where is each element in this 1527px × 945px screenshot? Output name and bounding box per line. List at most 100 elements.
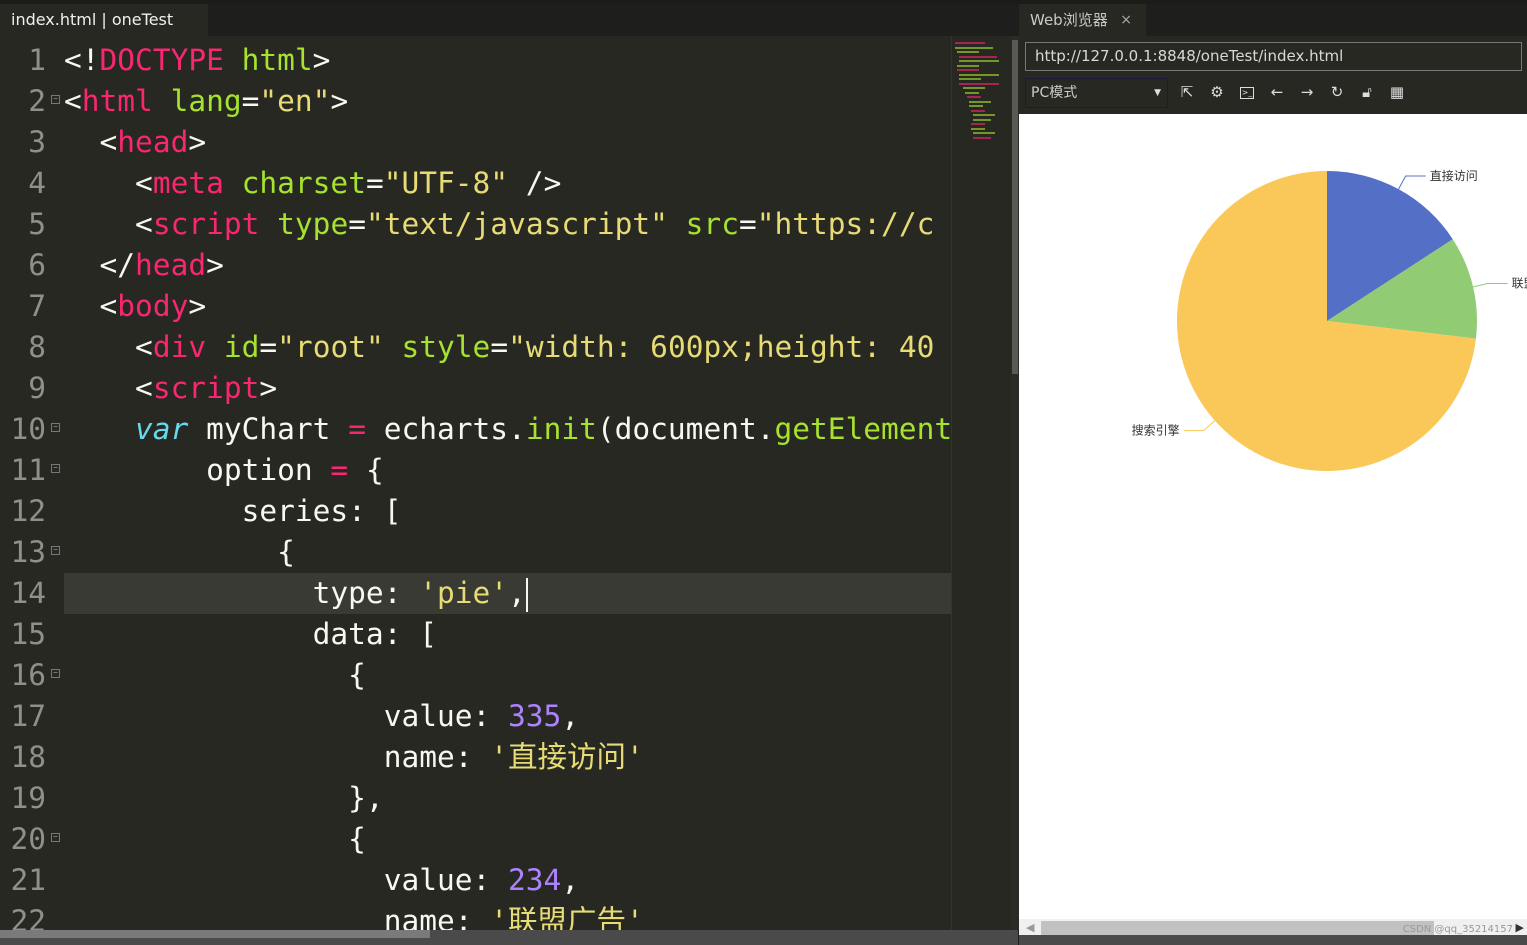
scroll-left-icon[interactable]: ◀ [1026,921,1034,934]
fold-toggle-icon[interactable]: − [51,669,60,678]
code-token: < [64,84,82,118]
console-icon[interactable]: >_ [1237,81,1257,103]
code-token: "en" [259,84,331,118]
lock-icon[interactable]: 🔓︎ [1357,81,1377,103]
minimap-line [969,105,983,107]
code-line[interactable]: 8 <div id="root" style="width: 600px;hei… [0,327,951,368]
code-token: }, [64,781,384,815]
code-line[interactable]: 7 <body> [0,286,951,327]
browser-tab[interactable]: Web浏览器 × [1019,4,1146,36]
code-line[interactable]: 13− { [0,532,951,573]
code-token: 'pie' [419,576,509,610]
fold-toggle-icon[interactable]: − [51,833,60,842]
code-token: series: [ [64,494,402,528]
editor-horizontal-scrollbar[interactable] [0,930,1018,945]
back-icon[interactable]: ← [1267,81,1287,103]
line-number: 9 [28,371,46,405]
code-line[interactable]: 10− var myChart = echarts.init(document.… [0,409,951,450]
fold-toggle-icon[interactable]: − [51,423,60,432]
scrollbar-thumb[interactable] [1012,40,1018,374]
code-line[interactable]: 16− { [0,655,951,696]
code-line[interactable]: 15 data: [ [0,614,951,655]
code-line[interactable]: 21 value: 234, [0,860,951,901]
line-number: 19 [10,781,46,815]
editor-vertical-scrollbar[interactable] [1011,36,1019,930]
code-line[interactable]: 14 type: 'pie', [0,573,951,614]
url-input[interactable]: http://127.0.0.1:8848/oneTest/index.html [1025,42,1522,71]
code-line[interactable]: 12 series: [ [0,491,951,532]
code-token: < [64,125,118,159]
scrollbar-thumb[interactable] [0,930,430,938]
minimap[interactable] [951,36,1011,930]
popout-icon[interactable]: ⇱ [1177,81,1197,103]
minimap-line [965,91,979,94]
code-line[interactable]: 18 name: '直接访问' [0,737,951,778]
code-token: = [330,453,349,487]
forward-icon[interactable]: → [1297,81,1317,103]
code-editor[interactable]: 1 <!DOCTYPE html> 2− <html lang="en"> 3 <hea… [0,36,951,930]
scroll-right-icon[interactable]: ▶ [1516,921,1524,934]
minimap-line [955,46,993,49]
code-text: value: 234, [64,860,951,901]
line-number: 5 [28,207,46,241]
code-text: <meta charset="UTF-8" /> [64,163,951,204]
close-icon[interactable]: × [1120,4,1132,36]
code-token: < [64,330,153,364]
code-token: (document. [596,412,775,446]
minimap-line [973,118,991,121]
code-line[interactable]: 1 <!DOCTYPE html> [0,40,951,81]
code-token: myChart [188,412,349,446]
code-token: "width: 600px;height: 40 [508,330,935,364]
fold-toggle-icon[interactable]: − [51,546,60,555]
line-number: 4 [28,166,46,200]
code-line[interactable]: 9 <script> [0,368,951,409]
code-text: { [64,655,951,696]
code-token: div [152,330,207,364]
code-line[interactable]: 19 }, [0,778,951,819]
code-token: meta [152,166,224,200]
code-text: option = { [64,450,951,491]
code-token: < [64,289,118,323]
settings-icon[interactable]: ⚙ [1207,81,1227,103]
code-token: getElement [774,412,951,446]
code-line[interactable]: 11− option = { [0,450,951,491]
code-text: data: [ [64,614,951,655]
line-number: 3 [28,125,46,159]
code-text: name: '直接访问' [64,737,951,778]
qrcode-icon[interactable]: ▦ [1387,81,1407,103]
code-text: var myChart = echarts.init(document.getE… [64,409,951,450]
page-viewport: 直接访问联盟广告搜索引擎 [1019,114,1527,919]
fold-toggle-icon[interactable]: − [51,464,60,473]
code-token: "text/javascript" [365,207,668,241]
code-token: src [685,207,739,241]
code-line[interactable]: 17 value: 335, [0,696,951,737]
code-token: = [738,207,757,241]
code-line[interactable]: 2− <html lang="en"> [0,81,951,122]
line-number: 8 [28,330,46,364]
code-token: 234 [508,863,562,897]
code-line[interactable]: 3 <head> [0,122,951,163]
code-line[interactable]: 6 </head> [0,245,951,286]
code-token: charset [241,166,366,200]
minimap-line [957,64,979,67]
mode-select[interactable]: PC模式 ▼ [1025,78,1168,108]
code-text: <div id="root" style="width: 600px;heigh… [64,327,951,368]
code-line[interactable]: 22 name: '联盟广告' [0,901,951,930]
code-line[interactable]: 4 <meta charset="UTF-8" /> [0,163,951,204]
code-token: "root" [277,330,384,364]
code-token: > [188,289,207,323]
code-line[interactable]: 5 <script type="text/javascript" src="ht… [0,204,951,245]
code-token: , [561,863,580,897]
reload-icon[interactable]: ↻ [1327,81,1347,103]
fold-toggle-icon[interactable]: − [51,95,60,104]
code-token: '直接访问' [490,740,644,774]
editor-tab-index-html[interactable]: index.html | oneTest [0,4,208,36]
code-line[interactable]: 20− { [0,819,951,860]
code-token: '联盟广告' [490,904,644,930]
code-token: , [508,576,526,610]
slice-label: 直接访问 [1430,168,1478,183]
caret-down-icon: ▼ [1154,88,1161,98]
